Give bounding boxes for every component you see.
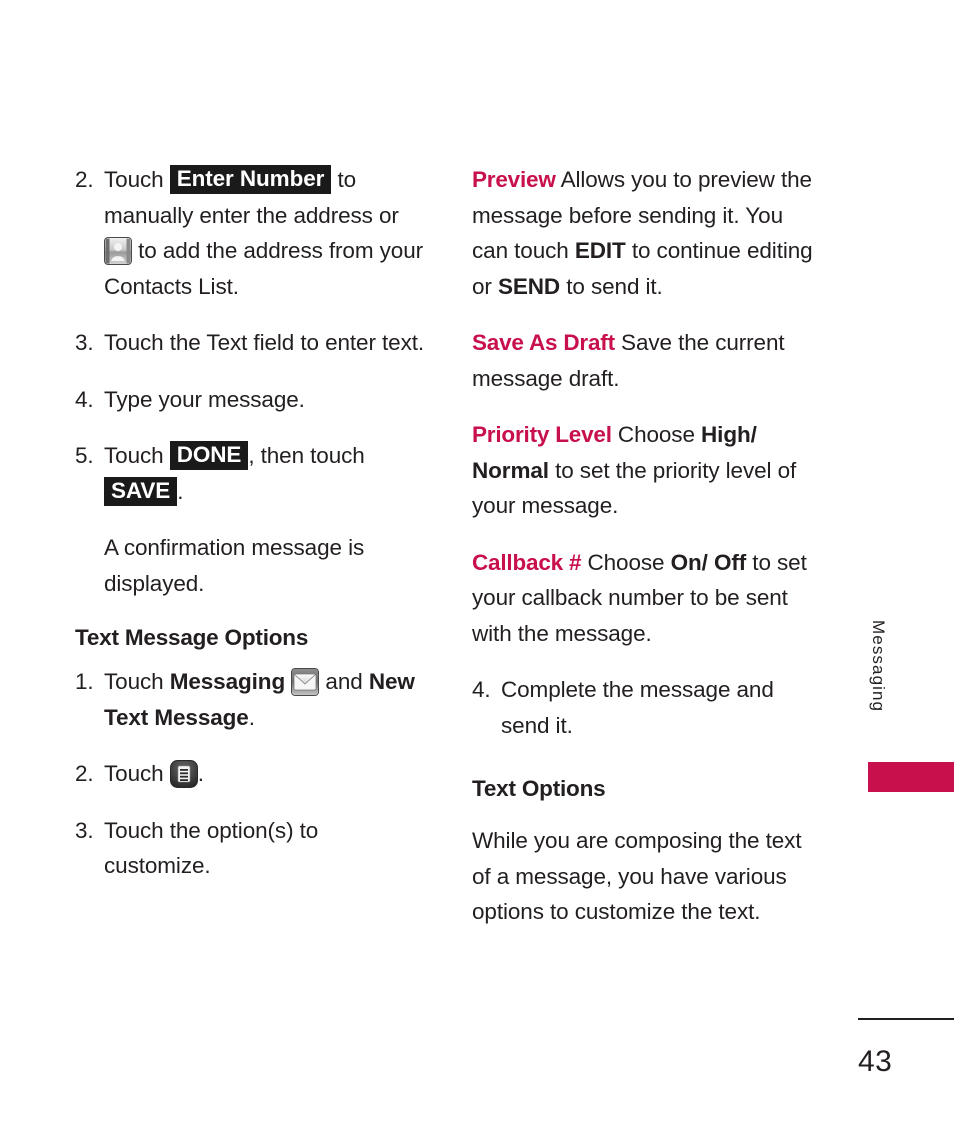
list-item: 5. Touch DONE, then touch SAVE. (75, 438, 425, 509)
section-heading-text-options: Text Options (472, 776, 606, 801)
definition-plain-text: to send it. (560, 273, 663, 299)
step-text: Type your message. (104, 386, 305, 412)
manual-page: 2. Touch Enter Number to manually enter … (0, 0, 954, 1145)
contacts-book-icon (104, 237, 132, 265)
page-number: 43 (858, 1045, 893, 1078)
step-number: 5. (75, 443, 94, 468)
definition-term: Callback # (472, 549, 582, 575)
step-number: 2. (75, 761, 94, 786)
list-item: 3. Touch the Text field to enter text. (75, 325, 425, 361)
step-number: 3. (75, 817, 94, 843)
footer-rule (858, 1018, 954, 1020)
definition-plain-text: Choose (581, 549, 671, 575)
step-text: Touch Enter Number to manually enter the… (104, 162, 425, 304)
step-number: 4. (75, 386, 94, 412)
list-item: 4. Complete the message and send it. (472, 672, 824, 743)
step-text: Touch . (104, 756, 425, 792)
step-text-post: . (248, 704, 255, 730)
right-text-column: Preview Allows you to preview the messag… (472, 162, 824, 951)
definition-priority-level: Priority Level Choose High/ Normal to se… (472, 417, 824, 524)
step-text-pre: Touch (104, 761, 164, 786)
definition-bold-term: SEND (497, 273, 561, 299)
chapter-side-tab-label: Messaging (869, 620, 888, 713)
step-text: Touch the option(s) to customize. (104, 817, 319, 879)
definition-term: Save As Draft (472, 330, 615, 355)
enter-number-key-label[interactable]: Enter Number (169, 165, 332, 194)
messaging-menu-label: Messaging (169, 669, 286, 694)
step-text: Complete the message and send it. (501, 677, 774, 738)
step-text-pre: Touch (104, 167, 164, 192)
step-text-post: . (177, 478, 184, 504)
list-item: 2. Touch . (75, 756, 425, 792)
step-text-mid: , then touch (248, 443, 365, 468)
step-text: Touch the Text field to enter text. (104, 330, 425, 355)
options-list-icon (169, 760, 198, 788)
definition-bold-term: EDIT (574, 238, 626, 263)
definition-bold-term: On/ Off (670, 549, 747, 575)
step-text-mid: and (325, 669, 363, 694)
chapter-side-tab: Messaging (860, 620, 896, 760)
step-number: 2. (75, 167, 94, 192)
step-text-post: . (197, 761, 204, 786)
step-text-pre: Touch (104, 443, 164, 468)
definition-callback-number: Callback # Choose On/ Off to set your ca… (472, 545, 824, 652)
step-text: Touch Messaging and New Text Message. (104, 664, 425, 735)
step-text-pre: Touch (104, 669, 164, 694)
step-number: 1. (75, 669, 94, 694)
step-text-post: to add the address from your Contacts Li… (104, 238, 424, 299)
text-options-body: While you are composing the text of a me… (472, 828, 802, 924)
confirmation-note: A confirmation message is displayed. (104, 535, 365, 596)
chapter-tab-color-bar (868, 762, 954, 792)
step-text: Touch DONE, then touch SAVE. (104, 438, 425, 509)
section-heading-text-message-options: Text Message Options (75, 625, 309, 650)
list-item: 3. Touch the option(s) to customize. (75, 813, 425, 884)
step-number: 4. (472, 677, 491, 702)
definition-preview: Preview Allows you to preview the messag… (472, 162, 824, 304)
step-number: 3. (75, 330, 94, 355)
envelope-icon (291, 668, 320, 696)
list-item: 4. Type your message. (75, 382, 425, 418)
list-item: 2. Touch Enter Number to manually enter … (75, 162, 425, 304)
list-item: 1. Touch Messaging and New Text Message. (75, 664, 425, 735)
save-key-label[interactable]: SAVE (104, 476, 178, 506)
definition-save-as-draft: Save As Draft Save the current message d… (472, 325, 824, 396)
done-key-label[interactable]: DONE (169, 441, 249, 470)
definition-term: Priority Level (472, 422, 612, 447)
left-text-column: 2. Touch Enter Number to manually enter … (75, 162, 425, 905)
definition-plain-text: Choose (611, 422, 702, 447)
definition-term: Preview (472, 167, 556, 192)
